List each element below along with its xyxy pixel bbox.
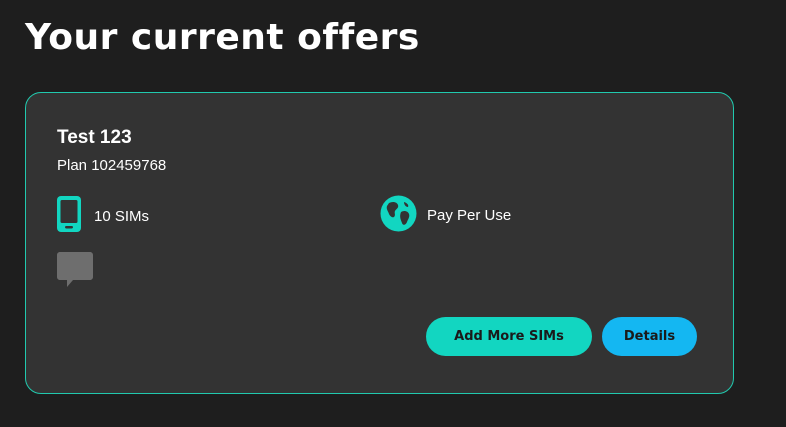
plan-number: Plan 102459768 xyxy=(57,157,167,174)
phone-icon xyxy=(56,195,82,237)
sims-count: 10 SIMs xyxy=(94,207,150,225)
page-title: Your current offers xyxy=(25,17,420,58)
offers-page: Your current offers Test 123 Plan 102459… xyxy=(0,0,786,427)
details-button[interactable]: Details xyxy=(602,317,697,356)
usage-type: Pay Per Use xyxy=(427,207,512,224)
feature-sims: 10 SIMs xyxy=(56,195,149,237)
offer-card: Test 123 Plan 102459768 10 SIMs Pay Per … xyxy=(25,92,734,394)
chat-bubble-icon xyxy=(56,251,94,293)
add-more-sims-button[interactable]: Add More SIMs xyxy=(426,317,592,356)
offer-name: Test 123 xyxy=(57,127,132,148)
feature-usage: Pay Per Use xyxy=(380,195,511,236)
globe-icon xyxy=(380,195,417,236)
